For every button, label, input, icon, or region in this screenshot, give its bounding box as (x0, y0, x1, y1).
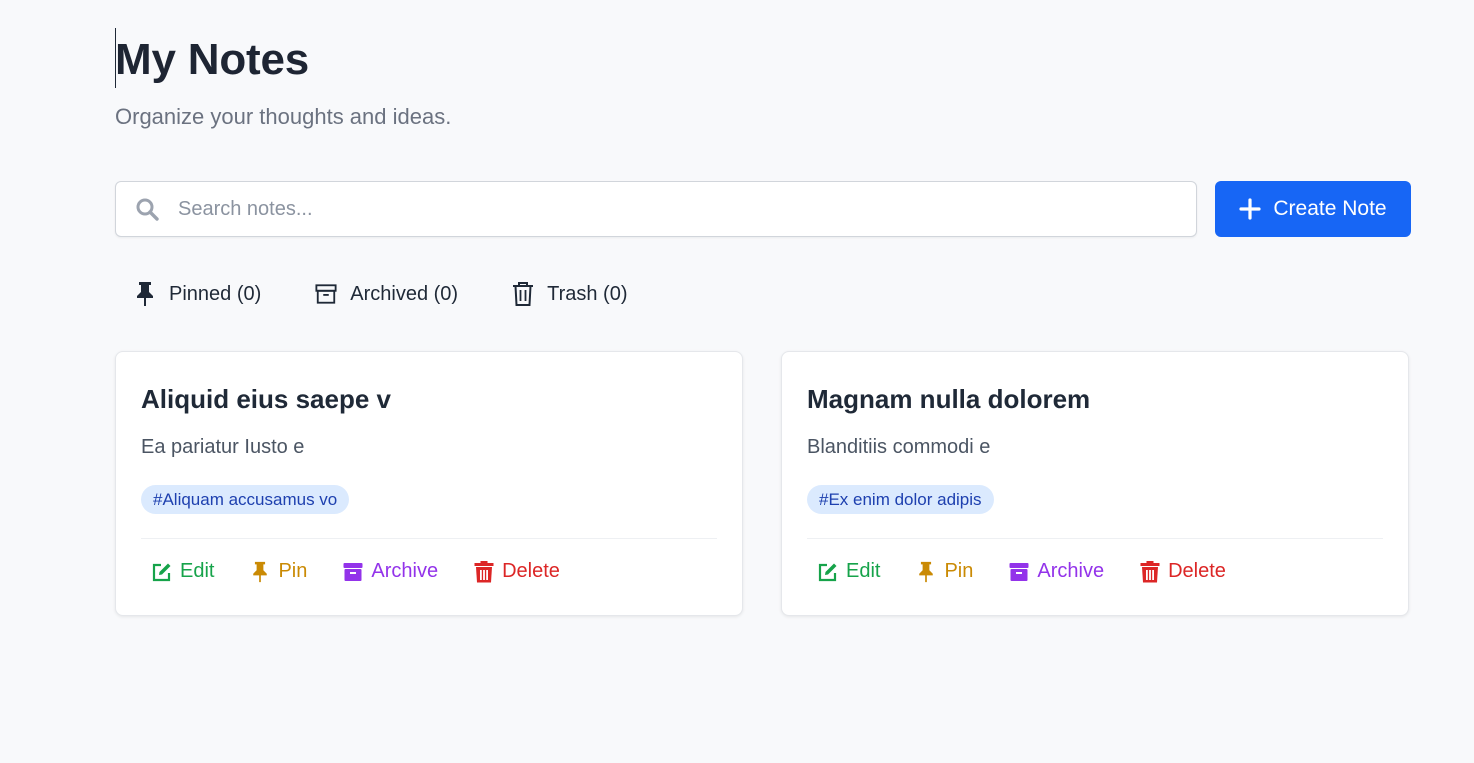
pin-button[interactable]: Pin (250, 560, 307, 583)
note-title: Magnam nulla dolorem (807, 384, 1091, 414)
note-title: Aliquid eius saepe v (141, 384, 391, 414)
edit-label: Edit (846, 560, 881, 582)
filter-archived[interactable]: Archived (0) (315, 281, 458, 307)
filter-tabs: Pinned (0) Archived (0) Trash (0) (134, 281, 681, 307)
note-actions: Edit Pin Archive Delete (818, 560, 1262, 583)
archive-icon (1009, 561, 1029, 583)
search-input[interactable] (176, 196, 1140, 222)
archive-button[interactable]: Archive (343, 560, 438, 583)
edit-icon (152, 561, 172, 583)
filter-archived-label: Archived (0) (350, 282, 459, 305)
search-icon (134, 196, 160, 222)
archive-button[interactable]: Archive (1009, 560, 1104, 583)
note-actions: Edit Pin Archive Delete (152, 560, 596, 583)
note-card[interactable]: Magnam nulla dolorem Blanditiis commodi … (781, 351, 1409, 616)
trash-icon (512, 281, 534, 307)
edit-label: Edit (180, 560, 215, 582)
delete-label: Delete (1168, 560, 1226, 582)
plus-icon (1239, 198, 1261, 220)
edit-button[interactable]: Edit (818, 560, 880, 583)
delete-label: Delete (502, 560, 560, 582)
pin-label: Pin (278, 560, 308, 582)
card-divider (141, 538, 717, 539)
notes-grid: Aliquid eius saepe v Ea pariatur Iusto e… (115, 351, 1447, 616)
filter-trash[interactable]: Trash (0) (512, 281, 627, 307)
archive-label: Archive (1037, 560, 1105, 582)
filter-pinned-label: Pinned (0) (169, 282, 262, 305)
trash-icon (474, 560, 494, 583)
pin-icon (916, 561, 936, 583)
pin-label: Pin (944, 560, 974, 582)
filter-trash-label: Trash (0) (547, 282, 628, 305)
search-box[interactable] (115, 181, 1197, 237)
pin-icon (134, 281, 156, 307)
archive-box-icon (315, 281, 337, 307)
create-note-button[interactable]: Create Note (1215, 181, 1411, 237)
page-subtitle: Organize your thoughts and ideas. (115, 104, 452, 129)
note-card[interactable]: Aliquid eius saepe v Ea pariatur Iusto e… (115, 351, 743, 616)
delete-button[interactable]: Delete (474, 560, 560, 583)
pin-icon (250, 561, 270, 583)
pin-button[interactable]: Pin (916, 560, 973, 583)
delete-button[interactable]: Delete (1140, 560, 1226, 583)
note-body: Blanditiis commodi e (807, 436, 991, 458)
trash-icon (1140, 560, 1160, 583)
notes-page: My Notes Organize your thoughts and idea… (0, 0, 1474, 763)
archive-label: Archive (371, 560, 439, 582)
archive-icon (343, 561, 363, 583)
edit-button[interactable]: Edit (152, 560, 214, 583)
page-title: My Notes (115, 35, 309, 84)
note-tag[interactable]: #Aliquam accusamus vo (141, 485, 350, 514)
note-tag[interactable]: #Ex enim dolor adipis (807, 485, 994, 514)
filter-pinned[interactable]: Pinned (0) (134, 281, 261, 307)
create-note-label: Create Note (1273, 197, 1387, 220)
edit-icon (818, 561, 838, 583)
page-header: My Notes Organize your thoughts and idea… (115, 30, 451, 130)
note-body: Ea pariatur Iusto e (141, 436, 305, 458)
card-divider (807, 538, 1383, 539)
